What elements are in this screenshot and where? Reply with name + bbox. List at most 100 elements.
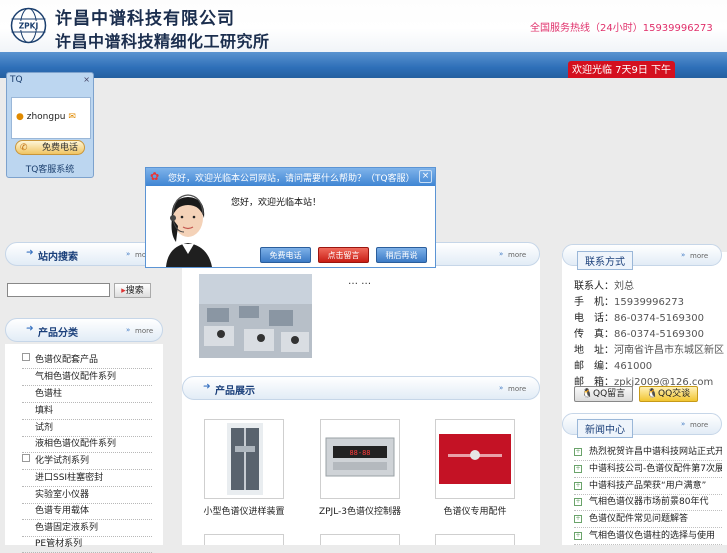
site-header: ZPKJ 许昌中谱科技有限公司 许昌中谱科技精细化工研究所 全国服务热线（24小… <box>0 0 727 52</box>
product-image <box>227 423 263 495</box>
arrow-icon: ➜ <box>26 248 34 258</box>
contact-person: 联系人：刘总 <box>574 281 634 292</box>
plus-icon: + <box>574 498 582 506</box>
category-panel-title: 产品分类 <box>38 328 78 339</box>
bullet-icon <box>22 504 30 512</box>
product-name[interactable]: ZPJL-3色谱仪控制器 <box>310 504 410 517</box>
tq-user-name[interactable]: ● zhongpu ✉ <box>16 112 76 122</box>
service-hotline: 全国服务热线（24小时）15939996273 <box>530 23 713 34</box>
category-more-link[interactable]: more <box>135 327 153 335</box>
agent-avatar <box>166 194 212 267</box>
product-thumbnail[interactable] <box>435 419 515 499</box>
bullet-icon <box>22 387 30 395</box>
news-panel-header: 新闻中心 » more <box>562 413 722 438</box>
bullet-icon <box>22 353 30 361</box>
contact-postcode: 邮 编：461000 <box>574 361 653 372</box>
news-item[interactable]: + 中谱科技公司-色谱仪配件第7次展览 <box>574 461 722 478</box>
tq-chat-widget: TQ × ● zhongpu ✉ ✆ 免费电话 TQ客服系统 <box>6 72 94 178</box>
qq-penguin-icon: 🐧 <box>646 389 659 399</box>
plus-icon: + <box>574 448 582 456</box>
category-item[interactable]: 试剂 <box>22 420 152 437</box>
later-button[interactable]: 稍后再说 <box>376 247 427 263</box>
double-arrow-icon: » <box>126 250 131 258</box>
user-icon: ● <box>16 112 24 122</box>
contact-panel-header: 联系方式 » more <box>562 244 722 270</box>
tq-close-icon[interactable]: × <box>83 75 90 84</box>
popup-message: 您好，欢迎光临本站！ <box>231 198 322 208</box>
contact-phone: 电 话：86-0374-5169300 <box>574 313 704 324</box>
double-arrow-icon: » <box>499 384 504 392</box>
close-icon[interactable]: × <box>419 170 432 183</box>
company-subname: 许昌中谱科技精细化工研究所 <box>55 32 270 51</box>
qq-chat-button[interactable]: 🐧QQ交谈 <box>639 386 698 402</box>
news-panel-title: 新闻中心 <box>577 419 633 438</box>
category-item[interactable]: 填料 <box>22 403 152 420</box>
category-panel-header: ➜ 产品分类 » more <box>5 318 163 342</box>
product-name[interactable]: 小型色谱仪进样装置 <box>194 504 294 517</box>
search-button[interactable]: ▸搜索 <box>114 283 151 298</box>
search-panel-header: ➜ 站内搜索 » more <box>5 242 163 266</box>
contact-mobile: 手 机：15939996273 <box>574 297 684 308</box>
products-panel-header: ➜ 产品展示 » more <box>182 376 540 400</box>
chat-invite-popup: ✿ 您好，欢迎光临本公司网站，请问需要什么帮助？（TQ客服） × 您好，欢迎光临… <box>145 167 436 268</box>
category-item[interactable]: 色谱固定液系列 <box>22 520 152 537</box>
news-item[interactable]: + 气相色谱仪色谱柱的选择与使用 <box>574 528 722 545</box>
product-image <box>439 434 511 484</box>
qq-message-button[interactable]: 🐧QQ留言 <box>574 386 633 402</box>
bullet-icon <box>22 488 30 496</box>
popup-title: 您好，欢迎光临本公司网站，请问需要什么帮助？（TQ客服） <box>168 174 415 184</box>
bullet-icon <box>22 437 30 445</box>
bullet-icon <box>22 404 30 412</box>
tq-logo-icon: ✿ <box>150 170 160 183</box>
arrow-icon: ➜ <box>26 324 34 334</box>
plus-icon: + <box>574 515 582 523</box>
free-call-button[interactable]: 免费电话 <box>260 247 311 263</box>
company-name: 许昌中谱科技有限公司 <box>55 9 235 29</box>
category-item[interactable]: 液相色谱仪配件系列 <box>22 436 152 453</box>
news-item[interactable]: +热烈祝贺许昌中谱科技网站正式开通！ <box>574 444 722 461</box>
plus-icon: + <box>574 482 582 490</box>
product-thumbnail[interactable] <box>204 419 284 499</box>
category-item[interactable]: 色谱柱 <box>22 386 152 403</box>
product-thumbnail[interactable] <box>435 534 515 545</box>
tq-system-link[interactable]: TQ客服系统 <box>7 162 93 175</box>
plus-icon: + <box>574 465 582 473</box>
category-item[interactable]: 气相色谱仪配件系列 <box>22 369 152 386</box>
product-name[interactable]: 色谱仪专用配件 <box>425 504 525 517</box>
phone-icon: ✆ <box>20 143 28 153</box>
contact-panel-title: 联系方式 <box>577 251 633 270</box>
tq-widget-title: TQ <box>10 75 23 85</box>
svg-text:ZPKJ: ZPKJ <box>19 22 39 31</box>
about-more-link[interactable]: more <box>508 251 526 259</box>
bullet-icon <box>22 521 30 529</box>
news-item[interactable]: + 中谱科技产品荣获“用户满意” <box>574 478 722 495</box>
product-thumbnail[interactable] <box>320 534 400 545</box>
bullet-icon <box>22 454 30 462</box>
bullet-icon <box>22 537 30 545</box>
double-arrow-icon: » <box>499 250 504 258</box>
company-logo: ZPKJ <box>10 7 47 44</box>
arrow-icon: ➜ <box>203 382 211 392</box>
tq-user-panel: ● zhongpu ✉ <box>11 97 91 139</box>
news-item[interactable]: + 气相色谱仪器市场前景80年代 <box>574 494 722 511</box>
category-item[interactable]: 进口SSI柱塞密封 <box>22 470 152 487</box>
product-thumbnail[interactable]: 88-88 <box>320 419 400 499</box>
news-item[interactable]: + 色谱仪配件常见问题解答 <box>574 511 722 528</box>
leave-message-button[interactable]: 点击留言 <box>318 247 369 263</box>
tq-free-call-button[interactable]: ✆ 免费电话 <box>15 140 85 155</box>
category-item[interactable]: 实验室小仪器 <box>22 487 152 504</box>
category-item[interactable]: 色谱专用载体 <box>22 503 152 520</box>
product-image: 88-88 <box>325 437 395 477</box>
popup-titlebar: ✿ 您好，欢迎光临本公司网站，请问需要什么帮助？（TQ客服） × <box>146 168 435 186</box>
category-item[interactable]: 化学试剂系列 <box>22 453 152 470</box>
nav-welcome-tab[interactable]: 欢迎光临 7天9日 下午 <box>568 61 675 78</box>
search-input[interactable] <box>7 283 110 297</box>
office-photo[interactable] <box>199 274 312 358</box>
products-more-link[interactable]: more <box>508 385 526 393</box>
category-item[interactable]: 色谱仪配套产品 <box>22 352 152 369</box>
double-arrow-icon: » <box>126 326 131 334</box>
qq-penguin-icon: 🐧 <box>581 389 594 399</box>
news-more-link[interactable]: more <box>690 421 708 429</box>
contact-more-link[interactable]: more <box>690 252 708 260</box>
product-thumbnail[interactable] <box>204 534 284 545</box>
